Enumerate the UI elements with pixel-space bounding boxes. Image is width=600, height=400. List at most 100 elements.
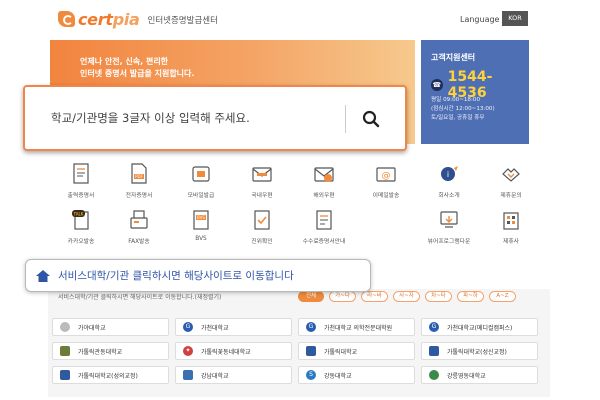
svg-text:i: i bbox=[447, 170, 449, 179]
filter-ra-ba[interactable]: 라~바 bbox=[361, 291, 388, 302]
menu-item-label: 제휴문의 bbox=[500, 193, 522, 199]
menu-item-label: 제휴사 bbox=[503, 239, 519, 245]
language-label: Language bbox=[460, 15, 500, 24]
menu-item-label: 모바일발급 bbox=[187, 193, 215, 199]
filter-sa-ja[interactable]: 사~자 bbox=[393, 291, 420, 302]
filter-pa-ha[interactable]: 파~하 bbox=[457, 291, 484, 302]
partnership-inquiry-icon bbox=[502, 168, 520, 182]
certpia-logo-icon bbox=[58, 11, 75, 27]
fee-certificate-guide-icon bbox=[316, 210, 332, 230]
menu-item-label: 출력증명서 bbox=[67, 193, 95, 199]
university-logo-icon bbox=[183, 370, 193, 380]
university-card[interactable]: 가야대학교 bbox=[52, 318, 169, 336]
university-name: 가천대학교 bbox=[201, 324, 229, 332]
menu-item-mobile-issue[interactable]: 모바일발급 bbox=[170, 162, 232, 208]
menu-item-partner-company[interactable]: 제휴사 bbox=[480, 208, 542, 254]
university-logo-icon: ✦ bbox=[183, 346, 193, 356]
pdf-certificate-icon: PDF bbox=[131, 163, 147, 184]
viewer-download-icon bbox=[440, 211, 458, 228]
university-name: 가톨릭대학교(성의교정) bbox=[78, 372, 138, 380]
home-icon bbox=[36, 269, 50, 282]
university-link-callout: 서비스대학/기관 클릭하시면 해당사이트로 이동합니다 bbox=[25, 259, 371, 292]
callout-text: 서비스대학/기관 클릭하시면 해당사이트로 이동합니다 bbox=[58, 270, 294, 282]
menu-item-kakao-send[interactable]: TALK 카카오발송 bbox=[50, 208, 112, 254]
university-name: 가천대학교(메디컬캠퍼스) bbox=[447, 324, 513, 332]
university-name: 강동대학교 bbox=[324, 372, 352, 380]
university-card[interactable]: 가톨릭대학교(성신교정) bbox=[421, 342, 538, 360]
customer-support-panel: 고객지원센터 ☎ 1544-4536 평일 09:00~18:00 (점심시간 … bbox=[421, 40, 529, 144]
overseas-mail-icon bbox=[314, 167, 334, 182]
menu-item-partnership-inquiry[interactable]: 제휴문의 bbox=[480, 162, 542, 208]
university-name: 강릉영동대학교 bbox=[447, 372, 486, 380]
institution-search-input[interactable] bbox=[35, 99, 345, 137]
menu-item-company-info[interactable]: i 회사소개 bbox=[418, 162, 480, 208]
university-card[interactable]: 가톨릭대학교 bbox=[298, 342, 415, 360]
university-card[interactable]: S 강동대학교 bbox=[298, 366, 415, 384]
university-name: 가톨릭관동대학교 bbox=[78, 348, 123, 356]
support-hours: 평일 09:00~18:00 bbox=[431, 97, 480, 103]
university-card[interactable]: G 가천대학교 의학전문대학원 bbox=[298, 318, 415, 336]
menu-item-domestic-mail[interactable]: 국내우편 bbox=[231, 162, 293, 208]
menu-item-label: 해외우편 bbox=[313, 193, 335, 199]
menu-item-label: 뷰어프로그램다운 bbox=[427, 239, 471, 245]
menu-item-fee-certificate-guide[interactable]: 수수료증명서안내 bbox=[293, 208, 355, 254]
university-logo-icon bbox=[60, 322, 70, 332]
menu-item-label: 국내우편 bbox=[251, 193, 273, 199]
institution-search-box bbox=[23, 85, 407, 151]
certpia-logo[interactable]: certpia 인터넷증명발급센터 bbox=[58, 9, 218, 29]
university-name: 가톨릭꽃동네대학교 bbox=[201, 348, 251, 356]
university-card[interactable]: 가톨릭관동대학교 bbox=[52, 342, 169, 360]
logo-cert-text: cert bbox=[78, 9, 113, 29]
print-certificate-icon bbox=[73, 163, 89, 184]
university-logo-icon: G bbox=[306, 322, 316, 332]
logo-wordmark: certpia bbox=[78, 10, 140, 29]
university-card[interactable]: G 가천대학교(메디컬캠퍼스) bbox=[421, 318, 538, 336]
menu-item-print-certificate[interactable]: 출력증명서 bbox=[50, 162, 112, 208]
language-select-button[interactable]: KOR bbox=[502, 11, 528, 26]
menu-item-label: 회사소개 bbox=[438, 193, 460, 199]
filter-all[interactable]: 전체 bbox=[298, 291, 324, 302]
partner-company-icon bbox=[503, 212, 519, 230]
authenticity-check-icon bbox=[254, 210, 270, 230]
email-send-icon: @ bbox=[376, 167, 396, 182]
mobile-issue-icon bbox=[192, 166, 210, 182]
logo-pia-text: pia bbox=[112, 9, 140, 29]
university-card[interactable]: ✦ 가톨릭꽃동네대학교 bbox=[175, 342, 292, 360]
menu-item-label: BVS bbox=[195, 236, 207, 242]
university-name: 가톨릭대학교(성신교정) bbox=[447, 348, 507, 356]
university-logo-icon bbox=[429, 346, 439, 356]
menu-item-label: 이메일발송 bbox=[372, 193, 400, 199]
filter-a-z[interactable]: A~Z bbox=[489, 291, 516, 302]
university-name: 강남대학교 bbox=[201, 372, 229, 380]
menu-item-overseas-mail[interactable]: 해외우편 bbox=[293, 162, 355, 208]
menu-item-pdf-certificate[interactable]: PDF 전자증명서 bbox=[108, 162, 170, 208]
university-card[interactable]: G 가천대학교 bbox=[175, 318, 292, 336]
support-closed-days: 토/일요일, 공휴일 휴무 bbox=[431, 115, 485, 121]
university-card[interactable]: 강남대학교 bbox=[175, 366, 292, 384]
university-card[interactable]: 강릉영동대학교 bbox=[421, 366, 538, 384]
support-lunch-hours: (점심시간 12:00~13:00) bbox=[431, 106, 495, 112]
menu-item-bvs[interactable]: BVS BVS bbox=[170, 208, 232, 254]
university-logo-icon: S bbox=[306, 370, 316, 380]
university-section-hint: 서비스대학/기관 클릭하시면 해당사이트로 이동합니다.(재정렬기) bbox=[58, 294, 222, 301]
menu-item-authenticity-check[interactable]: 진위확인 bbox=[231, 208, 293, 254]
customer-support-title: 고객지원센터 bbox=[431, 53, 476, 62]
university-filter-bar: 전체 가~다 라~바 사~자 차~타 파~하 A~Z bbox=[298, 291, 521, 302]
search-button[interactable] bbox=[351, 102, 391, 136]
page: certpia 인터넷증명발급센터 Language KOR 언제나 안전, 신… bbox=[0, 0, 600, 400]
filter-ga-da[interactable]: 가~다 bbox=[329, 291, 356, 302]
menu-item-label: 수수료증명서안내 bbox=[302, 239, 346, 245]
menu-item-viewer-download[interactable]: 뷰어프로그램다운 bbox=[418, 208, 480, 254]
banner-line-2: 인터넷 증명서 발급을 지원합니다. bbox=[80, 69, 195, 78]
university-logo-icon: G bbox=[183, 322, 193, 332]
menu-item-email-send[interactable]: @ 이메일발송 bbox=[355, 162, 417, 208]
banner-line-1: 언제나 안전, 신속, 편리한 bbox=[80, 57, 169, 66]
svg-text:BVS: BVS bbox=[197, 215, 205, 220]
university-card[interactable]: 가톨릭대학교(성의교정) bbox=[52, 366, 169, 384]
menu-item-fax-send[interactable]: FAX발송 bbox=[108, 208, 170, 254]
university-name: 가톨릭대학교 bbox=[324, 348, 358, 356]
filter-cha-ta[interactable]: 차~타 bbox=[425, 291, 452, 302]
search-divider bbox=[345, 105, 346, 133]
kakao-send-icon: TALK bbox=[72, 210, 89, 230]
site-subtitle: 인터넷증명발급센터 bbox=[147, 16, 218, 26]
